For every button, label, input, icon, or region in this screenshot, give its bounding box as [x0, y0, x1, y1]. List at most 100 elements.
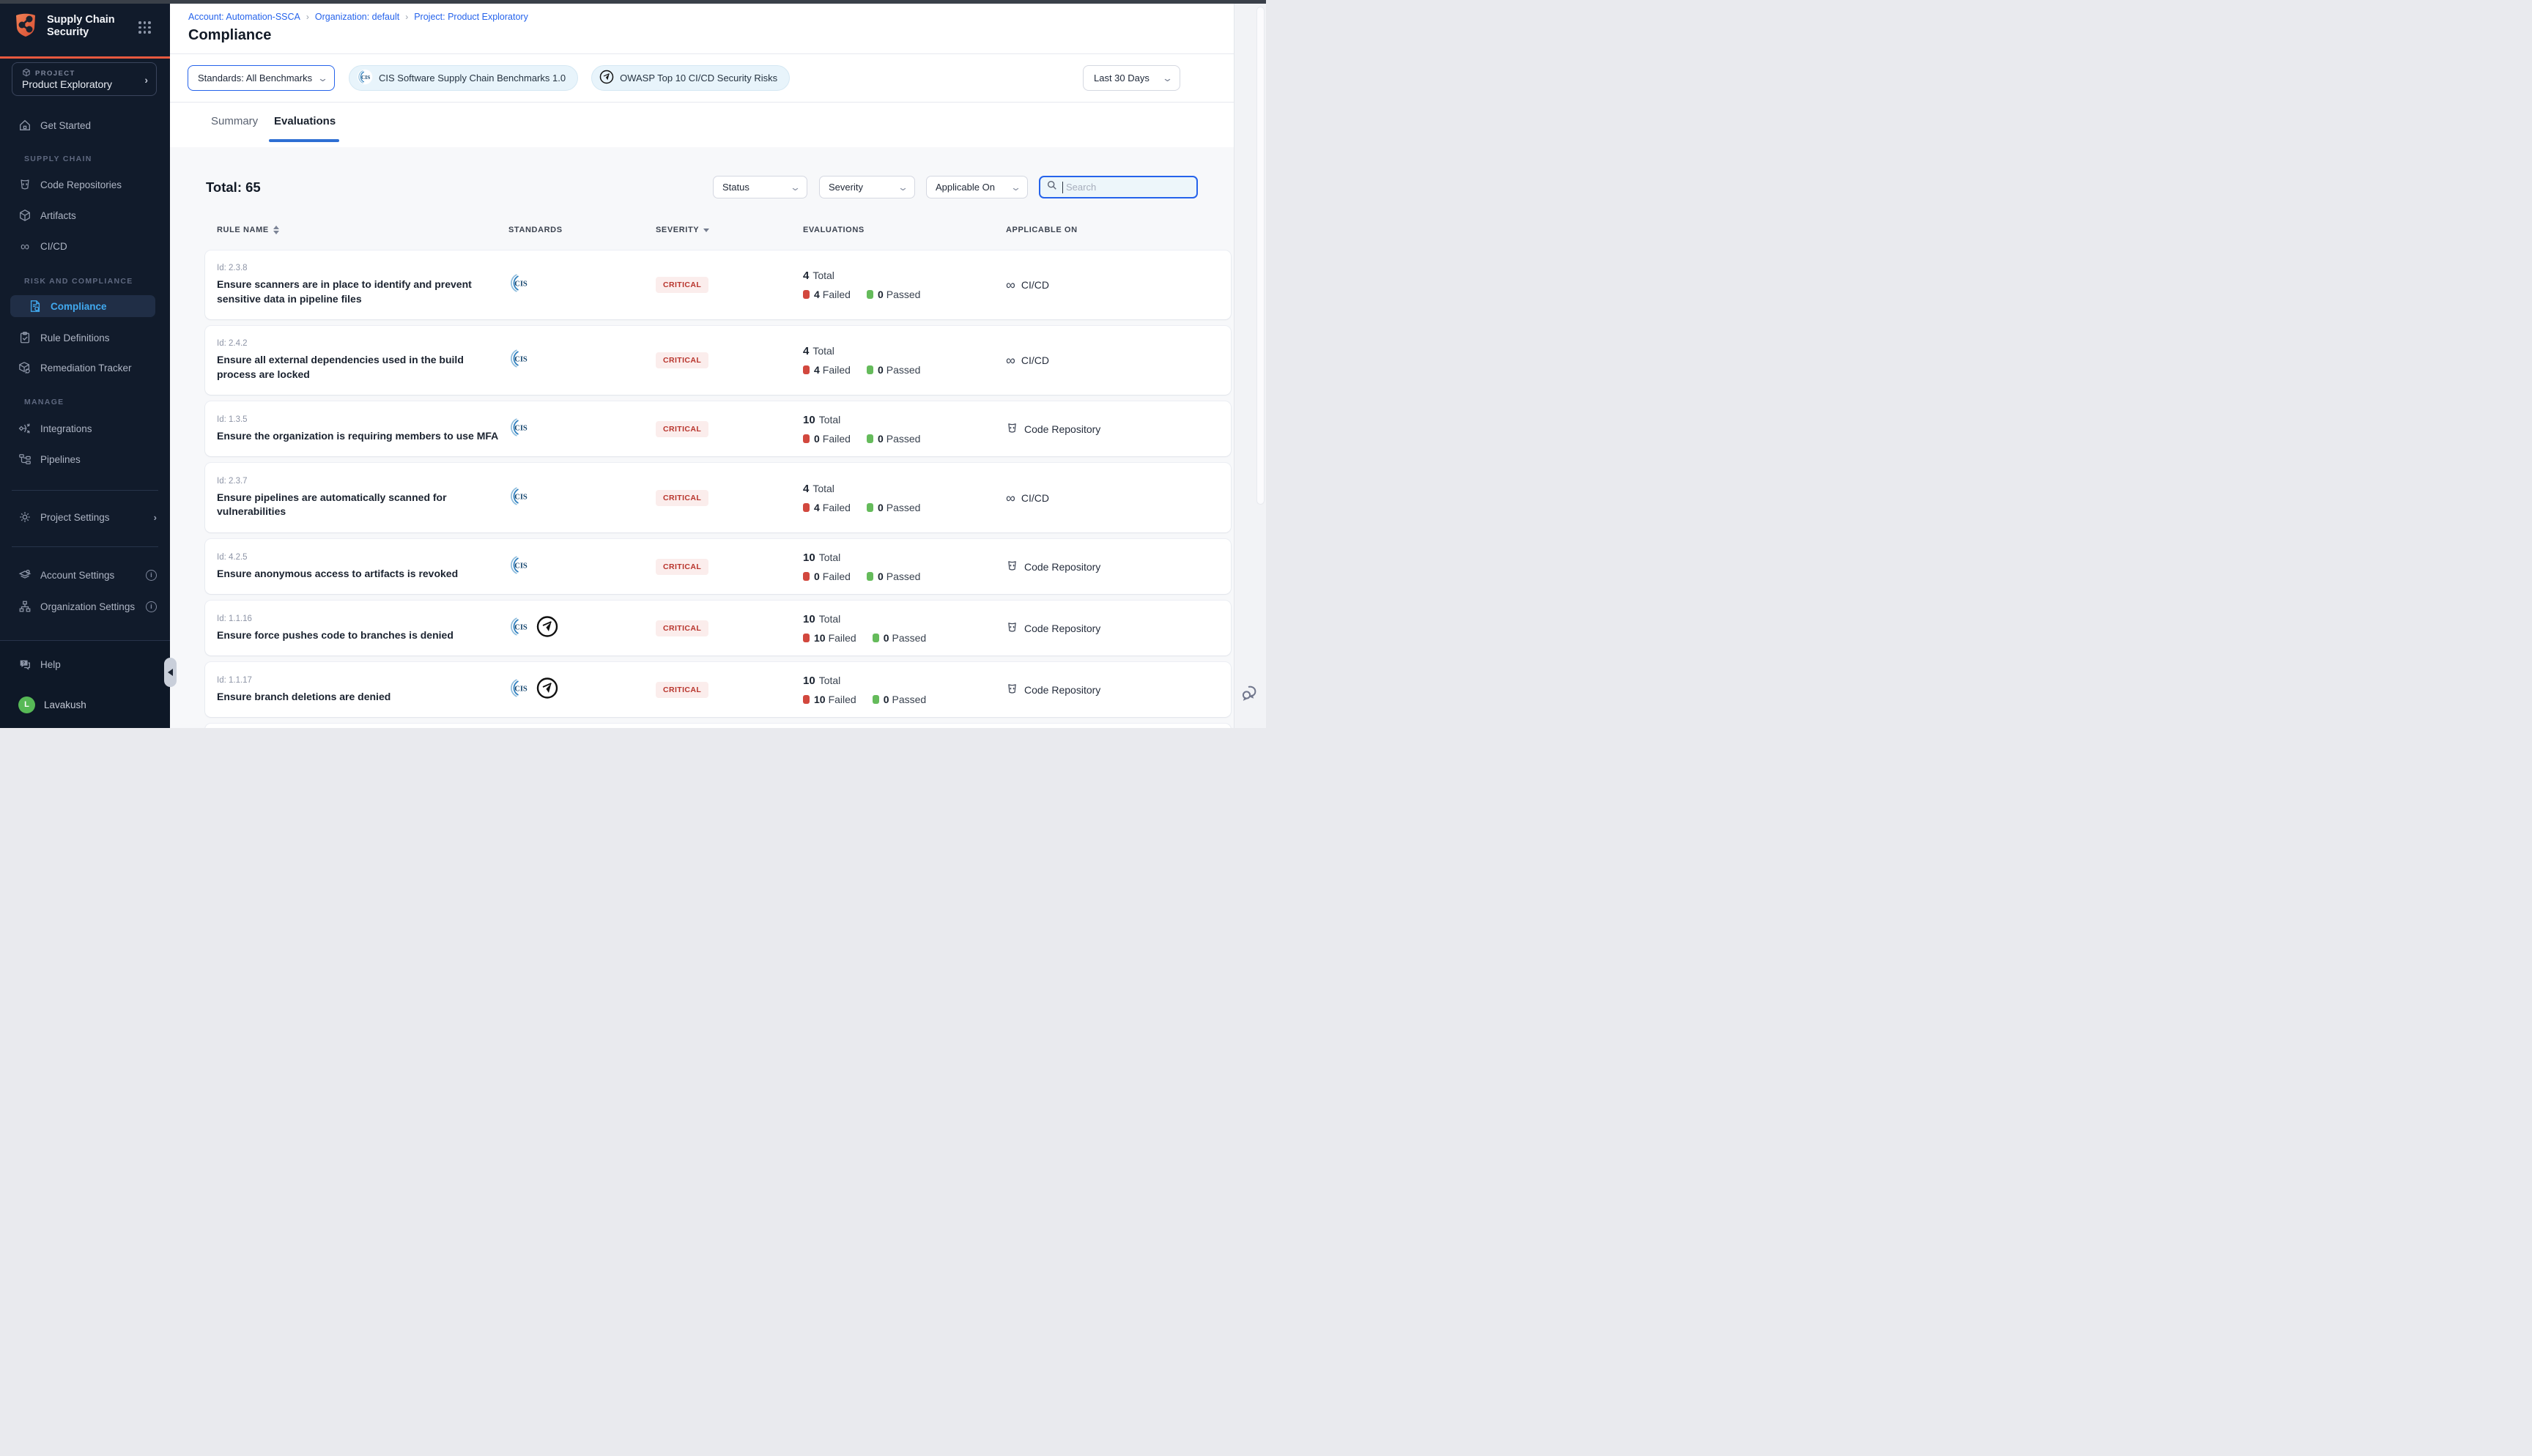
breadcrumb: Account: Automation-SSCA › Organization:…: [188, 12, 528, 22]
standards-select[interactable]: Standards: All Benchmarks ⌄: [188, 65, 335, 91]
scrollbar-thumb[interactable]: [1256, 7, 1265, 505]
breadcrumb-project[interactable]: Project: Product Exploratory: [414, 12, 528, 22]
rule-id: Id: 2.3.7: [217, 477, 504, 486]
support-chat-icon[interactable]: [1240, 681, 1262, 703]
failed-square-icon: [803, 290, 810, 299]
status-filter-select[interactable]: Status ⌄: [713, 176, 807, 198]
applicable-on-cell: ∞CI/CD: [1006, 491, 1049, 505]
table-row[interactable]: Id: 2.4.2Ensure all external dependencie…: [205, 326, 1231, 395]
rule-name: Ensure pipelines are automatically scann…: [217, 491, 504, 519]
date-range-select[interactable]: Last 30 Days ⌄: [1083, 65, 1180, 91]
table-row-partial[interactable]: [205, 724, 1231, 728]
table-row[interactable]: Id: 2.3.8Ensure scanners are in place to…: [205, 250, 1231, 319]
active-tab-underline: [269, 139, 339, 142]
help-chat-icon: ?: [18, 658, 32, 671]
failed-square-icon: [803, 434, 810, 443]
sidebar-item-project-settings[interactable]: Project Settings›: [0, 506, 170, 528]
rule-name: Ensure all external dependencies used in…: [217, 353, 504, 382]
app-switcher-grid-icon[interactable]: [138, 21, 151, 34]
clipboard-icon: [18, 331, 32, 344]
sidebar-item-remediation-tracker[interactable]: Remediation Tracker: [0, 357, 170, 379]
user-name: Lavakush: [44, 699, 86, 710]
failed-count: 4Failed: [814, 502, 851, 513]
sort-desc-icon[interactable]: [703, 229, 709, 232]
search-box[interactable]: [1039, 176, 1198, 198]
table-row[interactable]: Id: 4.2.5Ensure anonymous access to arti…: [205, 539, 1231, 594]
applicable-on-label: Code Repository: [1024, 561, 1100, 573]
project-switcher[interactable]: PROJECT Product Exploratory ›: [12, 62, 157, 96]
sidebar-item-cicd[interactable]: ∞CI/CD: [0, 235, 170, 257]
sidebar-item-rule-definitions[interactable]: Rule Definitions: [0, 327, 170, 349]
chip-owasp[interactable]: OWASP Top 10 CI/CD Security Risks: [591, 65, 790, 91]
sidebar-section-manage: MANAGE: [24, 398, 64, 406]
tab-summary[interactable]: Summary: [211, 115, 258, 127]
tab-bar: Summary Evaluations: [170, 103, 1234, 147]
svg-text:CIS: CIS: [514, 356, 528, 364]
svg-text:?: ?: [22, 661, 25, 666]
breadcrumb-organization[interactable]: Organization: default: [315, 12, 399, 22]
evaluations-cell: 10Total10Failed0Passed: [803, 613, 926, 644]
evaluations-cell: 10Total0Failed0Passed: [803, 551, 920, 582]
sidebar-item-compliance[interactable]: Compliance: [10, 295, 155, 317]
cis-standard-icon: CIS: [508, 416, 530, 442]
user-menu[interactable]: L Lavakush: [0, 694, 170, 716]
breadcrumb-account[interactable]: Account: Automation-SSCA: [188, 12, 300, 22]
rule-cell: Id: 1.1.17Ensure branch deletions are de…: [217, 675, 504, 704]
info-icon: i: [146, 570, 157, 581]
page-header: Account: Automation-SSCA › Organization:…: [170, 4, 1234, 54]
applicable-on-cell: Code Repository: [1006, 683, 1100, 697]
sort-both-icon[interactable]: [273, 226, 279, 234]
applicable-on-cell: Code Repository: [1006, 560, 1100, 574]
main-content: Account: Automation-SSCA › Organization:…: [170, 4, 1234, 728]
code-repository-icon: [1006, 621, 1018, 636]
applicable-on-filter-select[interactable]: Applicable On ⌄: [926, 176, 1028, 198]
tab-evaluations[interactable]: Evaluations: [274, 115, 336, 127]
sidebar-item-account-settings[interactable]: Account Settingsi: [0, 564, 170, 586]
sidebar-item-integrations[interactable]: Integrations: [0, 417, 170, 439]
infinity-icon: ∞: [1006, 354, 1015, 367]
sidebar-item-code-repositories[interactable]: Code Repositories: [0, 174, 170, 196]
sidebar-item-get-started[interactable]: Get Started: [0, 114, 170, 136]
failed-count: 0Failed: [814, 433, 851, 445]
window-top-edge: [0, 0, 1266, 4]
svg-text:CIS: CIS: [514, 685, 528, 693]
cube-wrench-icon: [18, 361, 32, 374]
layers-icon: [18, 568, 32, 582]
doc-search-icon: [29, 300, 42, 313]
severity-badge: CRITICAL: [656, 421, 708, 437]
sidebar-item-organization-settings[interactable]: Organization Settingsi: [0, 595, 170, 617]
evaluations-cell: 4Total4Failed0Passed: [803, 345, 920, 376]
table-row[interactable]: Id: 1.1.16Ensure force pushes code to br…: [205, 601, 1231, 655]
passed-count: 0Passed: [878, 571, 921, 582]
table-row[interactable]: Id: 2.3.7 Ensure pipelines are automatica…: [205, 463, 1231, 532]
brand-divider: [0, 56, 170, 59]
table-row[interactable]: Id: 1.3.5Ensure the organization is requ…: [205, 401, 1231, 456]
chevron-down-icon: ⌄: [897, 182, 908, 192]
column-header-rule-name[interactable]: RULE NAME: [217, 226, 279, 234]
passed-square-icon: [867, 290, 873, 299]
rule-cell: Id: 1.3.5Ensure the organization is requ…: [217, 415, 504, 443]
sidebar-item-help[interactable]: ? Help: [0, 653, 170, 675]
cube-icon: [22, 68, 31, 79]
info-icon: i: [146, 601, 157, 612]
applicable-on-label: Code Repository: [1024, 623, 1100, 634]
evaluations-cell: 4Total4Failed0Passed: [803, 483, 920, 513]
passed-count: 0Passed: [878, 433, 921, 445]
sidebar-item-label: Integrations: [40, 423, 92, 434]
sidebar-collapse-handle[interactable]: [164, 658, 177, 687]
severity-badge: CRITICAL: [656, 620, 708, 636]
severity-filter-select[interactable]: Severity ⌄: [819, 176, 915, 198]
passed-square-icon: [873, 695, 879, 704]
column-header-severity[interactable]: SEVERITY: [656, 226, 709, 234]
table-row[interactable]: Id: 1.1.17Ensure branch deletions are de…: [205, 662, 1231, 717]
rule-cell: Id: 2.4.2Ensure all external dependencie…: [217, 339, 504, 382]
code-repository-icon: [1006, 683, 1018, 697]
chip-cis-benchmark[interactable]: CIS CIS Software Supply Chain Benchmarks…: [349, 65, 578, 91]
applicable-on-label: CI/CD: [1021, 492, 1049, 504]
sidebar-item-pipelines[interactable]: Pipelines: [0, 448, 170, 470]
search-input[interactable]: [1065, 181, 1182, 193]
share-icon: [18, 422, 32, 435]
sidebar-item-artifacts[interactable]: Artifacts: [0, 204, 170, 226]
breadcrumb-separator-icon: ›: [306, 12, 309, 22]
infinity-icon: ∞: [1006, 278, 1015, 291]
